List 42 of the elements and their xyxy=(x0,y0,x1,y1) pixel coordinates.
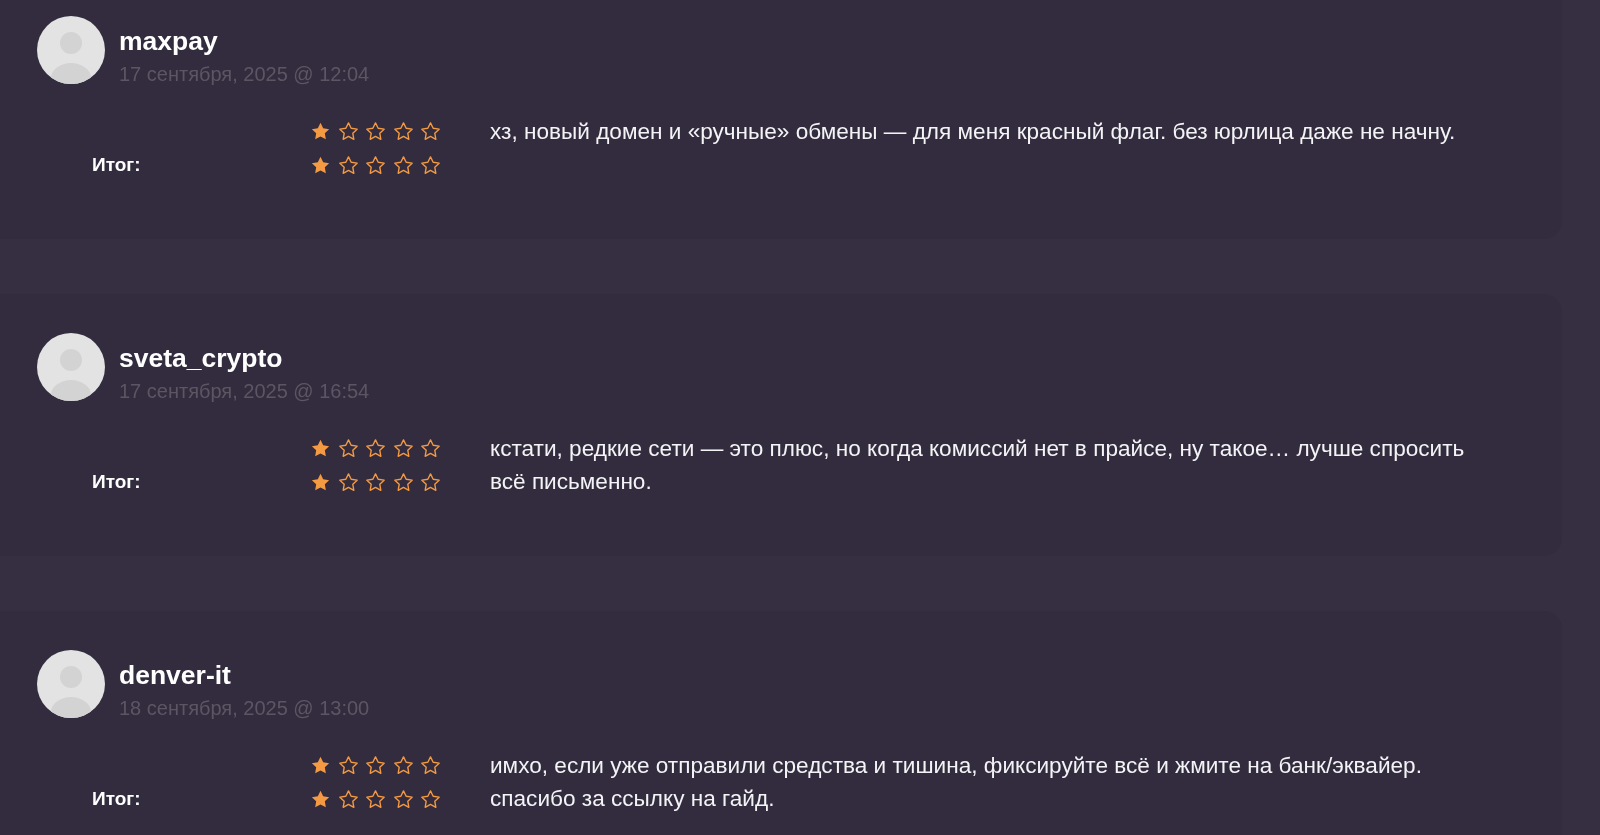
comment-text: кстати, редкие сети — это плюс, но когда комиссий нет в прайсе, ну такое… лучше спросить всё письменно. xyxy=(490,435,1466,496)
star-outline-icon xyxy=(338,789,358,809)
author-name: maxpay xyxy=(119,26,218,56)
star-outline-icon xyxy=(366,789,385,809)
star-filled-icon xyxy=(311,155,330,175)
star-outline-icon xyxy=(366,121,385,141)
star-outline-icon xyxy=(421,121,440,141)
star-filled-icon xyxy=(311,472,330,492)
author-name: denver-it xyxy=(119,660,231,690)
comment-text: хз, новый домен и «ручные» обмены — для меня красный флаг. без юрлица даже не начну. xyxy=(490,118,1457,146)
comment-text: имхо, если уже отправили средства и тишина, фиксируйте всё и жмите на банк/эквайер. спасибо за ссылку на гайд. xyxy=(490,752,1423,813)
star-outline-icon xyxy=(338,755,358,775)
star-outline-icon xyxy=(366,155,385,175)
star-filled-icon xyxy=(311,755,330,775)
star-outline-icon xyxy=(421,789,440,809)
rating-label: Итог: xyxy=(92,154,141,176)
star-outline-icon xyxy=(421,472,440,492)
star-filled-icon xyxy=(311,121,330,141)
star-filled-icon xyxy=(311,438,330,458)
star-filled-icon xyxy=(311,789,330,809)
star-outline-icon xyxy=(366,438,385,458)
rating-label: Итог: xyxy=(92,471,141,493)
author-name: sveta_crypto xyxy=(119,343,283,373)
avatar-icon xyxy=(37,650,105,718)
star-outline-icon xyxy=(393,438,413,458)
star-outline-icon xyxy=(393,155,413,175)
star-outline-icon xyxy=(421,155,440,175)
star-outline-icon xyxy=(338,155,358,175)
star-outline-icon xyxy=(421,755,440,775)
star-outline-icon xyxy=(366,472,385,492)
star-outline-icon xyxy=(393,472,413,492)
rating-label: Итог: xyxy=(92,788,141,810)
avatar-icon xyxy=(37,333,105,401)
star-outline-icon xyxy=(393,789,413,809)
star-outline-icon xyxy=(338,472,358,492)
avatar-icon xyxy=(37,16,105,84)
star-outline-icon xyxy=(338,121,358,141)
star-outline-icon xyxy=(338,438,358,458)
star-outline-icon xyxy=(393,755,413,775)
star-outline-icon xyxy=(366,755,385,775)
star-outline-icon xyxy=(393,121,413,141)
star-outline-icon xyxy=(421,438,440,458)
